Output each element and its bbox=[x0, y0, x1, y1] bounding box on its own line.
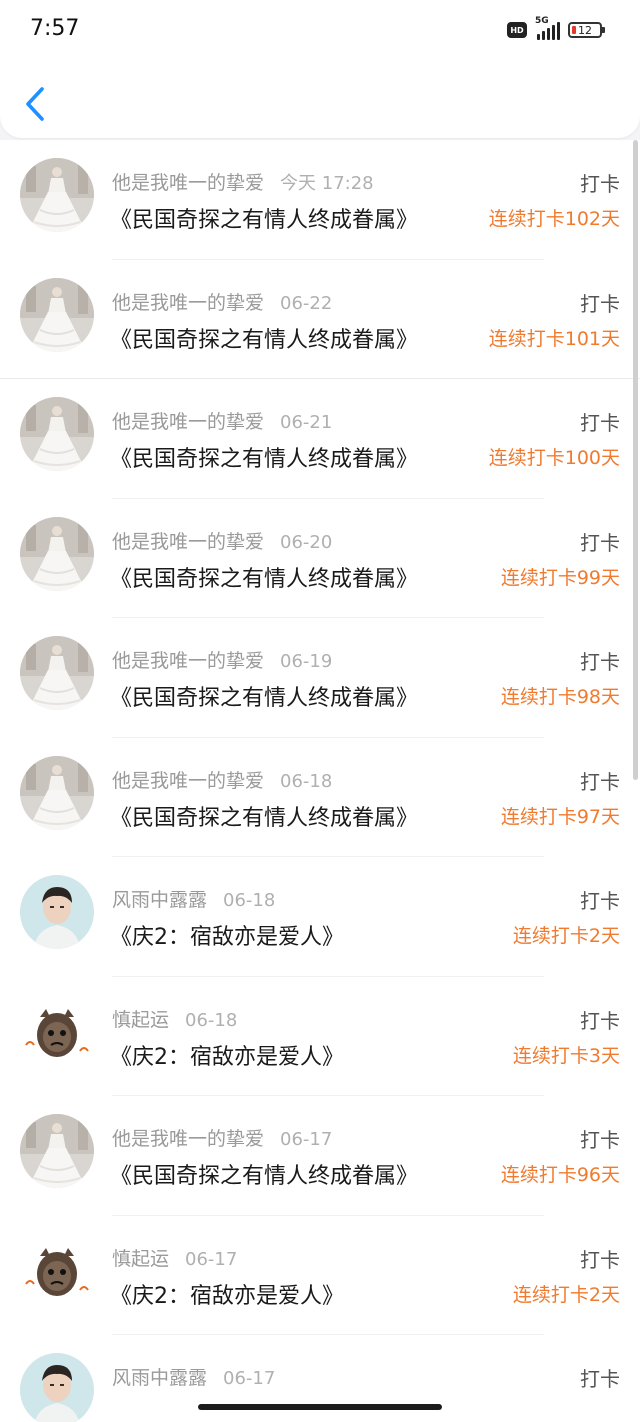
item-meta: 风雨中露露 06-18 bbox=[112, 885, 275, 912]
avatar[interactable] bbox=[20, 1114, 94, 1188]
post-date: 今天 17:28 bbox=[280, 173, 374, 194]
username[interactable]: 风雨中露露 bbox=[112, 1367, 207, 1389]
network-label: 5G bbox=[535, 16, 549, 26]
item-meta: 风雨中露露 06-17 bbox=[112, 1363, 275, 1390]
checkin-label: 打卡 bbox=[580, 769, 620, 794]
list-item[interactable]: 慎起运 06-17 《庆2：宿敌亦是爱人》 打卡连续打卡2天 bbox=[0, 1216, 640, 1335]
streak-label: 连续打卡102天 bbox=[488, 208, 620, 230]
avatar[interactable] bbox=[20, 755, 94, 830]
streak-label: 连续打卡2天 bbox=[512, 1283, 620, 1306]
username[interactable]: 慎起运 bbox=[112, 1248, 169, 1270]
avatar[interactable] bbox=[20, 277, 94, 352]
streak-label: 连续打卡96天 bbox=[500, 1164, 620, 1186]
list-item[interactable]: 他是我唯一的挚爱 今天 17:28 《民国奇探之有情人终成眷属》 打卡连续打卡102天 bbox=[0, 140, 640, 260]
post-date: 06-18 bbox=[185, 1009, 238, 1031]
item-title[interactable]: 《庆2：宿敌亦是爱人》 bbox=[110, 1039, 344, 1071]
checkin-label: 打卡 bbox=[580, 411, 620, 435]
avatar[interactable] bbox=[20, 516, 94, 591]
streak-label: 连续打卡3天 bbox=[512, 1044, 620, 1067]
item-meta: 他是我唯一的挚爱 06-21 bbox=[112, 407, 332, 434]
post-date: 06-18 bbox=[223, 890, 276, 911]
checkin-label: 打卡 bbox=[580, 1367, 620, 1391]
item-meta: 慎起运 06-18 bbox=[112, 1005, 237, 1032]
post-date: 06-17 bbox=[185, 1248, 238, 1270]
post-date: 06-17 bbox=[280, 1129, 333, 1150]
item-title[interactable]: 《庆2：宿敌亦是爱人》 bbox=[110, 1278, 344, 1310]
list-item[interactable]: 风雨中露露 06-18 《庆2：宿敌亦是爱人》 打卡连续打卡2天 bbox=[0, 857, 640, 977]
post-date: 06-20 bbox=[280, 531, 333, 553]
post-date: 06-19 bbox=[280, 651, 333, 672]
item-title[interactable]: 《民国奇探之有情人终成眷属》 bbox=[110, 322, 418, 354]
avatar[interactable] bbox=[20, 1353, 94, 1422]
item-meta: 他是我唯一的挚爱 06-19 bbox=[112, 646, 332, 673]
avatar[interactable] bbox=[20, 875, 94, 949]
list-item[interactable]: 他是我唯一的挚爱 06-21 《民国奇探之有情人终成眷属》 打卡连续打卡100天 bbox=[0, 379, 640, 499]
item-meta: 他是我唯一的挚爱 06-18 bbox=[112, 766, 332, 793]
item-title[interactable]: 《民国奇探之有情人终成眷属》 bbox=[110, 800, 418, 832]
post-date: 06-21 bbox=[280, 412, 333, 433]
status-time: 7:57 bbox=[30, 16, 80, 41]
username[interactable]: 他是我唯一的挚爱 bbox=[112, 770, 264, 792]
avatar[interactable] bbox=[20, 994, 94, 1069]
username[interactable]: 慎起运 bbox=[112, 1009, 169, 1031]
checkin-label: 打卡 bbox=[580, 1128, 620, 1152]
home-indicator[interactable] bbox=[198, 1404, 442, 1410]
post-date: 06-22 bbox=[280, 292, 333, 314]
item-title[interactable]: 《民国奇探之有情人终成眷属》 bbox=[110, 441, 418, 473]
streak-label: 连续打卡98天 bbox=[500, 686, 620, 708]
item-meta: 他是我唯一的挚爱 06-17 bbox=[112, 1124, 332, 1151]
signal-icon: 5G bbox=[535, 16, 560, 40]
streak-label: 连续打卡97天 bbox=[500, 805, 620, 828]
hd-icon: HD bbox=[507, 22, 527, 38]
checkin-label: 打卡 bbox=[580, 530, 620, 555]
streak-label: 连续打卡100天 bbox=[488, 447, 620, 469]
checkin-list: 他是我唯一的挚爱 今天 17:28 《民国奇探之有情人终成眷属》 打卡 连续打卡102天… bbox=[0, 140, 640, 1422]
streak-label: 连续打卡99天 bbox=[500, 566, 620, 589]
item-meta: 他是我唯一的挚爱 今天 17:28 bbox=[112, 168, 374, 195]
screen: 7:57 HD 5G 12 他是我唯一的挚爱 今天 17:28 《民国奇探之有情人终… bbox=[0, 0, 640, 1422]
back-button[interactable] bbox=[20, 84, 50, 124]
item-title[interactable]: 《民国奇探之有情人终成眷属》 bbox=[110, 1158, 418, 1190]
username[interactable]: 他是我唯一的挚爱 bbox=[112, 411, 264, 433]
header: 7:57 HD 5G 12 bbox=[0, 0, 640, 138]
list-item[interactable]: 慎起运 06-18 《庆2：宿敌亦是爱人》 打卡连续打卡3天 bbox=[0, 977, 640, 1096]
avatar[interactable] bbox=[20, 397, 94, 471]
checkin-label: 打卡 bbox=[580, 650, 620, 674]
scrollbar[interactable] bbox=[633, 140, 638, 780]
item-meta: 他是我唯一的挚爱 06-20 bbox=[112, 527, 332, 554]
list-item[interactable]: 他是我唯一的挚爱 06-20 《民国奇探之有情人终成眷属》 打卡连续打卡99天 bbox=[0, 499, 640, 618]
username[interactable]: 他是我唯一的挚爱 bbox=[112, 292, 264, 314]
item-title[interactable]: 《庆2：宿敌亦是爱人》 bbox=[110, 919, 344, 951]
post-date: 06-18 bbox=[280, 770, 333, 792]
item-meta: 他是我唯一的挚爱 06-22 bbox=[112, 288, 332, 315]
avatar[interactable] bbox=[20, 1233, 94, 1308]
checkin-label: 打卡 bbox=[580, 1008, 620, 1033]
list-item[interactable]: 他是我唯一的挚爱 06-17 《民国奇探之有情人终成眷属》 打卡连续打卡96天 bbox=[0, 1096, 640, 1216]
username[interactable]: 他是我唯一的挚爱 bbox=[112, 531, 264, 553]
username[interactable]: 风雨中露露 bbox=[112, 889, 207, 911]
status-icons: HD 5G 12 bbox=[507, 16, 605, 42]
streak-label: 连续打卡101天 bbox=[488, 327, 620, 350]
checkin-label: 打卡 bbox=[580, 172, 620, 196]
item-title[interactable]: 《民国奇探之有情人终成眷属》 bbox=[110, 680, 418, 712]
username[interactable]: 他是我唯一的挚爱 bbox=[112, 172, 264, 194]
username[interactable]: 他是我唯一的挚爱 bbox=[112, 1128, 264, 1150]
list-item[interactable]: 他是我唯一的挚爱 06-18 《民国奇探之有情人终成眷属》 打卡连续打卡97天 bbox=[0, 738, 640, 857]
checkin-label: 打卡 bbox=[580, 889, 620, 913]
post-date: 06-17 bbox=[223, 1368, 276, 1389]
item-meta: 慎起运 06-17 bbox=[112, 1244, 237, 1271]
battery-icon: 12 bbox=[568, 22, 605, 38]
list-item[interactable]: 他是我唯一的挚爱 06-22 《民国奇探之有情人终成眷属》 打卡连续打卡101天 bbox=[0, 260, 640, 379]
avatar[interactable] bbox=[20, 636, 94, 710]
list-item[interactable]: 他是我唯一的挚爱 06-19 《民国奇探之有情人终成眷属》 打卡连续打卡98天 bbox=[0, 618, 640, 738]
streak-label: 连续打卡2天 bbox=[512, 925, 620, 947]
avatar[interactable] bbox=[20, 158, 94, 232]
item-title[interactable]: 《民国奇探之有情人终成眷属》 bbox=[110, 202, 418, 234]
battery-level: 12 bbox=[578, 23, 592, 37]
checkin-label: 打卡 bbox=[580, 291, 620, 316]
chevron-left-icon bbox=[26, 87, 44, 121]
item-title[interactable]: 《民国奇探之有情人终成眷属》 bbox=[110, 561, 418, 593]
checkin-label: 打卡 bbox=[580, 1247, 620, 1272]
username[interactable]: 他是我唯一的挚爱 bbox=[112, 650, 264, 672]
